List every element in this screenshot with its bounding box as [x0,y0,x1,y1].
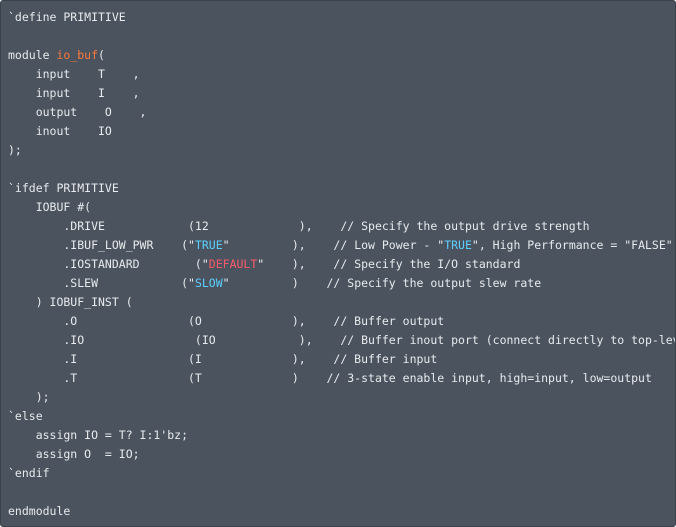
code-token: " ) // Specify the output slew rate [222,276,542,290]
code-token: `endif [8,466,50,480]
code-token: `define PRIMITIVE [8,10,126,24]
code-line: ) IOBUF_INST ( [8,293,675,312]
code-token: .IOSTANDARD (" [8,257,209,271]
code-token: IOBUF #( [8,200,92,214]
code-token: .SLEW (" [8,276,195,290]
code-line: assign O = IO; [8,445,675,464]
code-line: IOBUF #( [8,198,675,217]
code-token: output O , [8,105,147,119]
code-line: assign IO = T? I:1'bz; [8,426,675,445]
code-token: `else [8,409,43,423]
code-line: .DRIVE (12 ), // Specify the output driv… [8,217,675,236]
code-token: ) IOBUF_INST ( [8,295,133,309]
code-line: .IO (IO ), // Buffer inout port (connect… [8,331,676,350]
code-line: .I (I ), // Buffer input [8,350,675,369]
code-token: .IBUF_LOW_PWR (" [8,238,195,252]
code-line: module io_buf( [8,46,675,65]
code-line: inout IO [8,122,675,141]
code-token: inout IO [8,124,112,138]
code-line: .O (O ), // Buffer output [8,312,675,331]
code-token: .T (T ) // 3-state enable input, high=in… [8,371,652,385]
code-token: endmodule [8,504,71,518]
code-line: endmodule [8,502,675,521]
code-token: .I (I ), // Buffer input [8,352,438,366]
code-token: `ifdef PRIMITIVE [8,181,119,195]
code-line: `else [8,407,675,426]
code-token: input I , [8,86,140,100]
code-token-highlight: TRUE [194,238,223,252]
code-token: assign IO = T? I:1'bz; [8,428,189,442]
code-line: input I , [8,84,675,103]
code-token: ", High Performance = "FALSE" [471,238,673,252]
code-line: `define PRIMITIVE [8,8,675,27]
code-token: ); [8,390,50,404]
code-token: .DRIVE (12 ), // Specify the output driv… [8,219,590,233]
code-token-highlight: SLOW [194,276,223,290]
code-line: `endif [8,464,675,483]
code-token: ( [98,48,105,62]
code-line: .IOSTANDARD ("DEFAULT" ), // Specify the… [8,255,675,274]
code-token: " ), // Low Power - " [222,238,445,252]
code-line: input T , [8,65,675,84]
code-line: ); [8,141,675,160]
code-token: .IO (IO ), // Buffer inout port (connect… [8,333,676,347]
code-token: input T , [8,67,140,81]
code-line: `ifdef PRIMITIVE [8,179,675,198]
code-token-highlight: io_buf [56,48,99,62]
code-token: ); [8,143,22,157]
code-line: .T (T ) // 3-state enable input, high=in… [8,369,675,388]
code-content: `define PRIMITIVE module io_buf( input T… [8,8,676,521]
code-token: .O (O ), // Buffer output [8,314,445,328]
code-block: `define PRIMITIVE module io_buf( input T… [0,0,676,527]
code-token-highlight: TRUE [444,238,472,252]
code-token-highlight: DEFAULT [208,257,258,271]
code-line: output O , [8,103,675,122]
code-line: .IBUF_LOW_PWR ("TRUE" ), // Low Power - … [8,236,675,255]
code-token: module [8,48,57,62]
code-line: ); [8,388,675,407]
code-token: assign O = IO; [8,447,140,461]
code-token: " ), // Specify the I/O standard [257,257,521,271]
code-line: .SLEW ("SLOW" ) // Specify the output sl… [8,274,675,293]
